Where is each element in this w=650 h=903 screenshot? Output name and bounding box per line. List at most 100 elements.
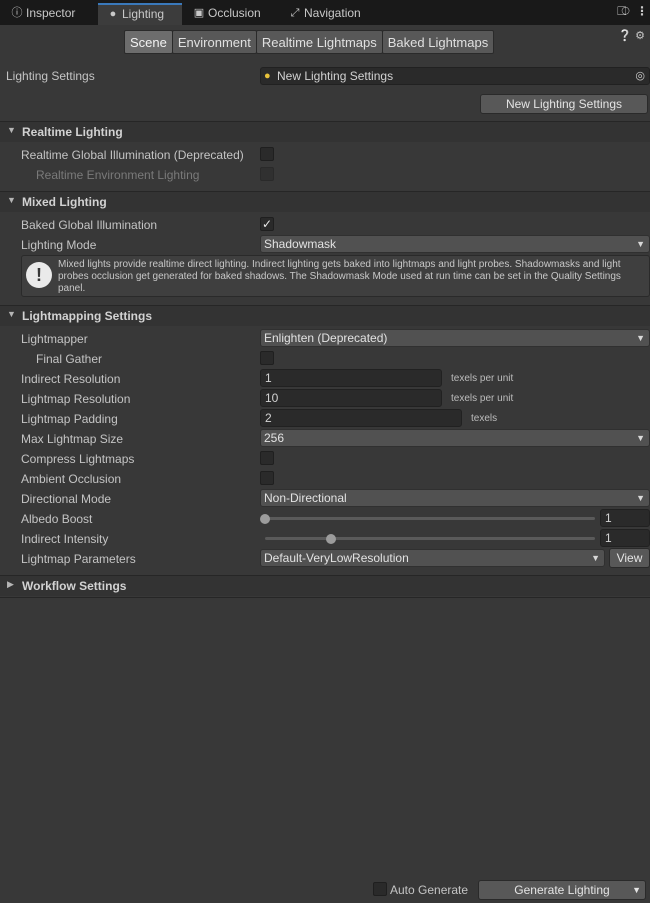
new-lighting-settings-button[interactable]: New Lighting Settings (480, 94, 648, 114)
dropdown-arrow-icon: ▼ (636, 493, 645, 503)
realtime-env-lighting-checkbox[interactable] (260, 167, 274, 181)
lightmap-resolution-label: Lightmap Resolution (21, 392, 131, 406)
subtab-scene[interactable]: Scene (124, 30, 173, 54)
section-title: Lightmapping Settings (22, 309, 152, 323)
warning-exclamation-icon: ! (26, 262, 52, 288)
section-workflow-settings[interactable]: ▶ Workflow Settings (0, 575, 650, 596)
dropdown-arrow-icon: ▼ (636, 239, 645, 249)
lightmap-resolution-unit: texels per unit (451, 393, 514, 404)
albedo-boost-slider-thumb[interactable] (260, 514, 270, 524)
indirect-intensity-slider-track[interactable] (265, 537, 595, 540)
lightmap-parameters-dropdown[interactable]: Default-VeryLowResolution ▼ (260, 549, 605, 567)
lightmapper-label: Lightmapper (21, 332, 88, 346)
bulb-icon: ● (109, 8, 117, 20)
tab-navigation[interactable]: ⤢ Navigation (280, 3, 380, 25)
lightmap-resolution-input[interactable]: 10 (260, 389, 442, 407)
object-picker-icon[interactable]: ◎ (635, 68, 645, 84)
tab-label: Occlusion (208, 6, 261, 20)
section-realtime-lighting[interactable]: ▼ Realtime Lighting (0, 121, 650, 142)
albedo-boost-input[interactable]: 1 (600, 509, 650, 527)
lighting-subtabs: Scene Environment Realtime Lightmaps Bak… (124, 30, 495, 54)
tab-occlusion[interactable]: ▣ Occlusion (184, 3, 276, 25)
dropdown-value: Default-VeryLowResolution (264, 551, 409, 565)
lighting-settings-asset-field[interactable]: ● New Lighting Settings ◎ (260, 67, 650, 85)
mixed-lighting-help-box: ! Mixed lights provide realtime direct l… (21, 255, 650, 297)
asset-name: New Lighting Settings (277, 69, 394, 83)
section-title: Mixed Lighting (22, 195, 107, 209)
subtab-baked-lightmaps[interactable]: Baked Lightmaps (381, 30, 495, 54)
lightmap-padding-label: Lightmap Padding (21, 412, 118, 426)
help-text: Mixed lights provide realtime direct lig… (58, 259, 621, 294)
lighting-mode-dropdown[interactable]: Shadowmask ▼ (260, 235, 650, 253)
dropdown-arrow-icon[interactable]: ▼ (632, 881, 641, 899)
directional-mode-label: Directional Mode (21, 492, 112, 506)
dropdown-arrow-icon: ▼ (636, 433, 645, 443)
auto-generate-checkbox[interactable] (373, 882, 387, 896)
final-gather-label: Final Gather (36, 352, 103, 366)
lock-icon[interactable]: ⎄ (617, 4, 630, 19)
section-mixed-lighting[interactable]: ▼ Mixed Lighting (0, 191, 650, 212)
baked-gi-checkbox[interactable]: ✓ (260, 217, 274, 231)
realtime-env-lighting-label: Realtime Environment Lighting (36, 168, 200, 182)
foldout-closed-icon: ▶ (7, 579, 14, 589)
view-parameters-button[interactable]: View (609, 548, 650, 568)
foldout-open-icon: ▼ (7, 125, 16, 135)
dropdown-value: Enlighten (Deprecated) (264, 331, 388, 345)
dropdown-value: 256 (264, 431, 285, 445)
section-lightmapping-settings[interactable]: ▼ Lightmapping Settings (0, 305, 650, 326)
albedo-boost-slider-track[interactable] (265, 517, 595, 520)
section-title: Workflow Settings (22, 579, 127, 593)
indirect-resolution-unit: texels per unit (451, 373, 514, 384)
compress-lightmaps-checkbox[interactable] (260, 451, 274, 465)
tab-label: Navigation (304, 6, 361, 20)
final-gather-checkbox[interactable] (260, 351, 274, 365)
settings-gear-icon[interactable]: ⚙ (635, 30, 648, 42)
button-label: Generate Lighting (514, 883, 610, 897)
realtime-gi-label: Realtime Global Illumination (Deprecated… (21, 148, 244, 162)
checkmark-icon: ✓ (261, 217, 273, 231)
dropdown-arrow-icon: ▼ (636, 333, 645, 343)
lightmapper-dropdown[interactable]: Enlighten (Deprecated) ▼ (260, 329, 650, 347)
indirect-intensity-slider-thumb[interactable] (326, 534, 336, 544)
section-divider (0, 597, 650, 598)
baked-gi-label: Baked Global Illumination (21, 218, 158, 232)
ambient-occlusion-label: Ambient Occlusion (21, 472, 122, 486)
window-tab-bar: ⓘ Inspector ● Lighting ▣ Occlusion ⤢ Nav… (0, 0, 650, 25)
auto-generate-label: Auto Generate (390, 883, 469, 897)
tab-label: Lighting (122, 7, 165, 21)
realtime-gi-checkbox[interactable] (260, 147, 274, 161)
lightbulb-asset-icon: ● (264, 70, 271, 82)
subtab-realtime-lightmaps[interactable]: Realtime Lightmaps (255, 30, 383, 54)
lightmap-padding-unit: texels (471, 413, 498, 424)
tab-label: Inspector (26, 6, 76, 20)
dropdown-value: Non-Directional (264, 491, 347, 505)
info-icon: ⓘ (11, 7, 23, 19)
lightmap-parameters-label: Lightmap Parameters (21, 552, 136, 566)
generate-lighting-button[interactable]: Generate Lighting ▼ (478, 880, 646, 900)
foldout-open-icon: ▼ (7, 195, 16, 205)
directional-mode-dropdown[interactable]: Non-Directional ▼ (260, 489, 650, 507)
section-title: Realtime Lighting (22, 125, 123, 139)
indirect-intensity-input[interactable]: 1 (600, 529, 650, 547)
dropdown-arrow-icon: ▼ (591, 553, 600, 563)
kebab-menu-icon[interactable]: ⋮ (636, 4, 648, 18)
indirect-resolution-label: Indirect Resolution (21, 372, 121, 386)
foldout-open-icon: ▼ (7, 309, 16, 319)
tab-inspector[interactable]: ⓘ Inspector (2, 3, 94, 25)
tab-lighting[interactable]: ● Lighting (98, 3, 182, 25)
lighting-settings-label: Lighting Settings (6, 69, 95, 83)
lighting-mode-label: Lighting Mode (21, 238, 97, 252)
ambient-occlusion-checkbox[interactable] (260, 471, 274, 485)
indirect-resolution-input[interactable]: 1 (260, 369, 442, 387)
help-icon[interactable]: ❔ (618, 30, 635, 42)
max-lightmap-size-label: Max Lightmap Size (21, 432, 124, 446)
max-lightmap-size-dropdown[interactable]: 256 ▼ (260, 429, 650, 447)
header-icons: ❔⚙ (618, 29, 648, 42)
indirect-intensity-label: Indirect Intensity (21, 532, 109, 546)
occlusion-icon: ▣ (193, 7, 205, 19)
dropdown-value: Shadowmask (264, 237, 337, 251)
compress-lightmaps-label: Compress Lightmaps (21, 452, 135, 466)
subtab-environment[interactable]: Environment (171, 30, 257, 54)
lightmap-padding-input[interactable]: 2 (260, 409, 462, 427)
albedo-boost-label: Albedo Boost (21, 512, 93, 526)
